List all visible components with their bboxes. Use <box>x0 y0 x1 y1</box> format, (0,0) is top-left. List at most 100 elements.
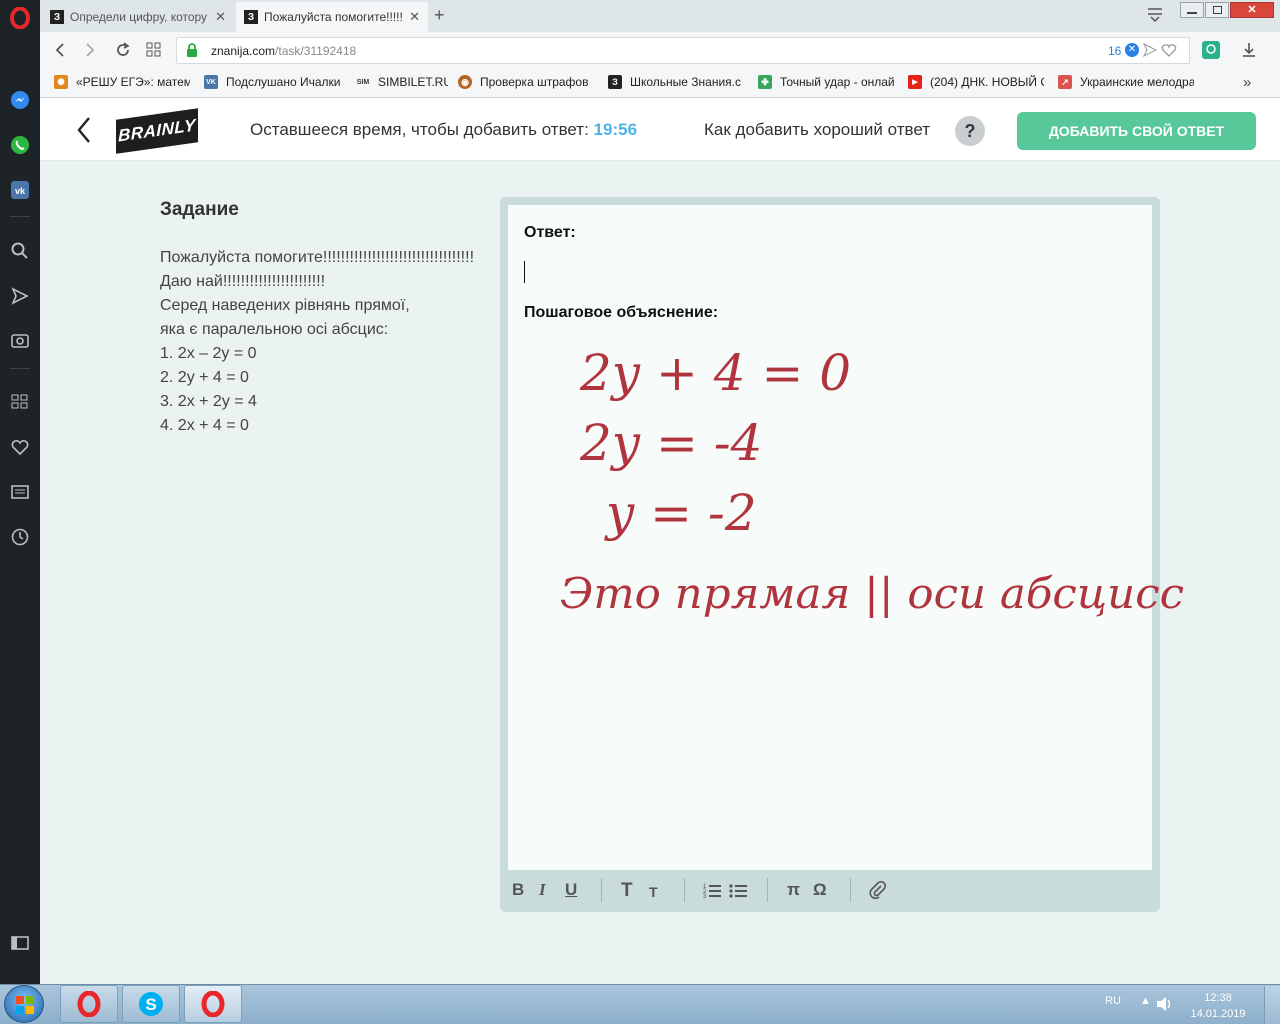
tab-2[interactable]: З Пожалуйста помогите!!!!! ✕ <box>236 2 428 32</box>
whatsapp-icon[interactable] <box>8 133 32 157</box>
paperclip-icon <box>869 880 887 900</box>
hw-line-3: y = -2 <box>604 484 757 542</box>
toolbar-divider <box>767 878 768 902</box>
task-line: Даю най!!!!!!!!!!!!!!!!!!!!!!! <box>160 273 326 290</box>
hw-line-4: Это прямая || оси абсцисс <box>560 569 1184 618</box>
forward-button[interactable] <box>82 41 98 62</box>
underline-button[interactable]: U <box>565 880 577 900</box>
bookmark-item[interactable]: SIM SIMBILET.RU <box>354 75 448 89</box>
youtube-icon: ▶ <box>908 75 922 89</box>
task-line: яка є паралельною осі абсцис: <box>160 321 389 338</box>
tab-label: Пожалуйста помогите!!!!! <box>264 10 403 24</box>
task-line: Пожалуйста помогите!!!!!!!!!!!!!!!!!!!!!… <box>160 249 475 266</box>
task-heading: Задание <box>160 199 239 220</box>
adblock-icon[interactable]: ✕ <box>1125 43 1139 57</box>
back-button[interactable] <box>76 116 92 147</box>
bullet-list-button[interactable] <box>729 882 747 901</box>
vpn-extension-icon[interactable] <box>1202 41 1220 62</box>
messenger-icon[interactable] <box>8 88 32 112</box>
history-icon[interactable] <box>8 525 32 549</box>
tray-expand-icon[interactable]: ▲ <box>1140 995 1151 1007</box>
taskbar-opera-active-button[interactable] <box>184 985 242 1023</box>
plus-icon: + <box>434 5 445 25</box>
restore-button[interactable] <box>1205 2 1229 18</box>
bold-button[interactable]: B <box>512 880 524 900</box>
close-tab-icon[interactable]: ✕ <box>409 9 420 25</box>
url-text: znanija.com/task/31192418 <box>211 44 357 58</box>
volume-icon[interactable] <box>1156 996 1174 1015</box>
back-button[interactable] <box>52 41 68 62</box>
bookmark-item[interactable]: ◉ Проверка штрафов <box>458 75 592 89</box>
opera-logo-icon[interactable] <box>8 6 32 30</box>
start-button[interactable] <box>4 985 44 1023</box>
heading-small-button[interactable]: T <box>649 884 658 900</box>
taskbar-skype-button[interactable]: S <box>122 985 180 1023</box>
clock[interactable]: 12:38 14.01.2019 <box>1190 990 1246 1022</box>
tab-menu-icon[interactable] <box>1146 6 1164 25</box>
math-button[interactable]: π <box>787 880 800 900</box>
italic-button[interactable]: I <box>539 880 546 900</box>
toolbar-divider <box>601 878 602 902</box>
restore-icon <box>1213 6 1222 14</box>
taskbar-opera-button[interactable] <box>60 985 118 1023</box>
flower-icon: ✤ <box>758 75 772 89</box>
ordered-list-button[interactable]: 123 <box>703 882 721 901</box>
send-page-icon <box>1143 43 1157 57</box>
task-body: Пожалуйста помогите!!!!!!!!!!!!!!!!!!!!!… <box>160 246 490 438</box>
clock-date: 14.01.2019 <box>1190 1008 1246 1020</box>
bookmark-item[interactable]: ↗ Украинские мелодра <box>1058 75 1194 89</box>
svg-text:vk: vk <box>15 186 26 196</box>
search-icon[interactable] <box>8 239 32 263</box>
chart-icon: ↗ <box>1058 75 1072 89</box>
vk-icon[interactable]: vk <box>8 178 32 202</box>
bookmark-item[interactable]: VK Подслушано Ичалки <box>204 75 344 89</box>
task-line: 4. 2x + 4 = 0 <box>160 417 249 434</box>
sidebar-toggle-icon[interactable] <box>8 931 32 955</box>
new-tab-button[interactable]: + <box>434 5 445 26</box>
heading-large-button[interactable]: T <box>621 880 633 902</box>
opera-icon <box>77 991 101 1017</box>
znanija-favicon-icon: З <box>50 10 64 24</box>
how-to-answer-link[interactable]: Как добавить хороший ответ <box>704 120 930 140</box>
bookmark-item[interactable]: З Школьные Знания.с <box>608 75 744 89</box>
language-indicator[interactable]: RU <box>1105 995 1121 1007</box>
symbols-button[interactable]: Ω <box>813 880 827 900</box>
back-arrow-icon <box>55 43 64 57</box>
camera-icon[interactable] <box>8 328 32 352</box>
help-icon[interactable]: ? <box>955 116 985 146</box>
add-answer-button[interactable]: ДОБАВИТЬ СВОЙ ОТВЕТ <box>1017 112 1256 150</box>
vk-icon: VK <box>204 75 218 89</box>
forward-arrow-icon <box>86 43 95 57</box>
bookmark-item[interactable]: ✺ «РЕШУ ЕГЭ»: матема <box>54 75 190 89</box>
timer-text: Оставшееся время, чтобы добавить ответ: … <box>250 120 638 139</box>
minimize-button[interactable] <box>1180 2 1204 18</box>
grid-icon <box>146 42 161 57</box>
ordered-list-icon: 123 <box>703 884 721 900</box>
bookmark-favicon-icon: ✺ <box>54 75 68 89</box>
znanija-favicon-icon: З <box>244 10 258 24</box>
handwritten-solution: 2y + 4 = 0 2y = -4 y = -2 Это прямая || … <box>560 344 1184 618</box>
simbilet-icon: SIM <box>356 78 370 86</box>
editor-toolbar <box>500 870 1160 912</box>
speed-dial-icon[interactable] <box>8 390 32 414</box>
close-tab-icon[interactable]: ✕ <box>215 9 226 25</box>
show-desktop-button[interactable] <box>1264 986 1280 1024</box>
emblem-icon: ◉ <box>458 75 472 89</box>
bookmark-item[interactable]: ▶ (204) ДНК. НОВЫЙ С <box>908 75 1044 89</box>
reload-button[interactable] <box>114 41 132 62</box>
tab-1[interactable]: З Определи цифру, котору ✕ <box>42 2 234 32</box>
bookmark-heart-icon <box>1161 44 1177 57</box>
toolbar-divider <box>850 878 851 902</box>
bookmark-item[interactable]: ✤ Точный удар - онлай <box>758 75 894 89</box>
minimize-icon <box>1187 12 1197 14</box>
attach-button[interactable] <box>869 880 887 902</box>
opera-icon <box>201 991 225 1017</box>
bookmarks-more-button[interactable]: » <box>1243 74 1251 91</box>
news-icon[interactable] <box>8 480 32 504</box>
speed-dial-button[interactable] <box>146 42 162 61</box>
url-field[interactable]: znanija.com/task/31192418 16 ✕ <box>176 37 1190 64</box>
heart-icon[interactable] <box>8 435 32 459</box>
download-icon[interactable] <box>1240 41 1258 62</box>
send-icon[interactable] <box>8 284 32 308</box>
close-window-button[interactable]: ✕ <box>1230 2 1274 18</box>
